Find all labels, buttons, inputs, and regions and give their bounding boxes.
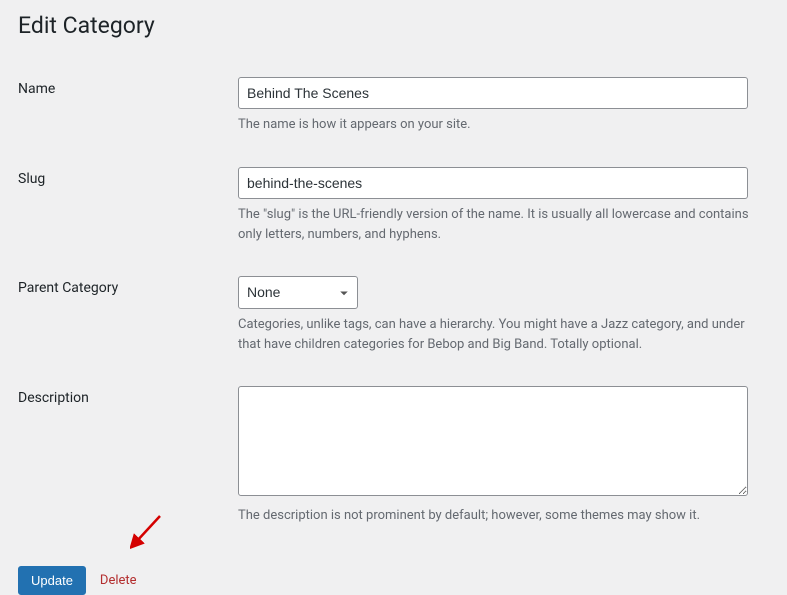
- form-actions: Update Delete: [18, 566, 769, 595]
- description-hint: The description is not prominent by defa…: [238, 506, 758, 526]
- edit-category-form: Name The name is how it appears on your …: [18, 63, 769, 544]
- slug-input[interactable]: [238, 167, 748, 199]
- description-textarea[interactable]: [238, 386, 748, 496]
- parent-hint: Categories, unlike tags, can have a hier…: [238, 315, 758, 354]
- slug-hint: The "slug" is the URL-friendly version o…: [238, 205, 758, 244]
- parent-label: Parent Category: [18, 262, 238, 372]
- parent-select[interactable]: None: [238, 276, 358, 309]
- name-hint: The name is how it appears on your site.: [238, 115, 758, 135]
- name-input[interactable]: [238, 77, 748, 109]
- page-title: Edit Category: [18, 12, 769, 39]
- name-label: Name: [18, 63, 238, 153]
- slug-label: Slug: [18, 153, 238, 262]
- description-label: Description: [18, 372, 238, 544]
- update-button[interactable]: Update: [18, 566, 86, 595]
- delete-link[interactable]: Delete: [100, 573, 137, 588]
